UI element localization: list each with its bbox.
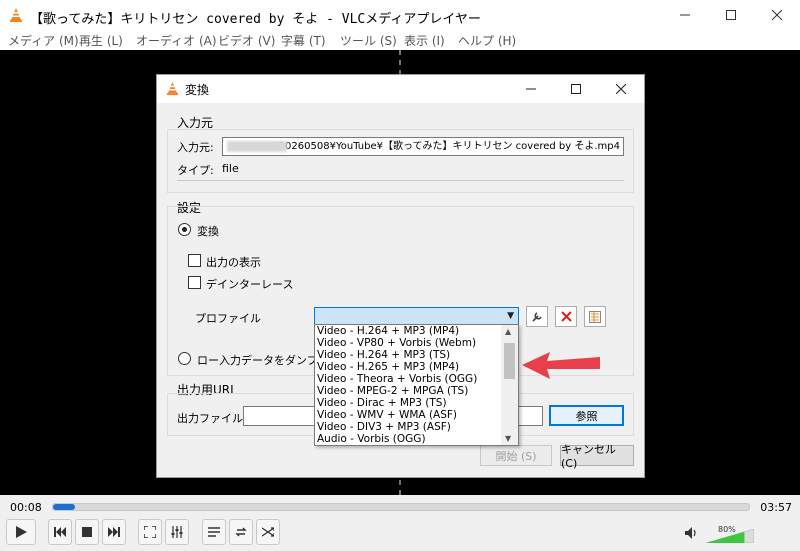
- profile-option[interactable]: Video - MPEG-2 + MPGA (TS): [315, 385, 502, 397]
- profile-option[interactable]: Video - Dirac + MP3 (TS): [315, 397, 502, 409]
- show-output-label: 出力の表示: [206, 256, 261, 269]
- delete-icon: [560, 311, 572, 322]
- shuffle-button[interactable]: [256, 519, 280, 545]
- scrollbar-thumb[interactable]: [504, 343, 515, 379]
- convert-radio-label: 変換: [197, 225, 219, 238]
- elapsed-time: 00:08: [10, 501, 42, 514]
- equalizer-icon: [171, 526, 183, 538]
- play-button[interactable]: [6, 519, 36, 545]
- menu-tools[interactable]: ツール (S): [340, 32, 397, 49]
- profile-option[interactable]: Video - Theora + Vorbis (OGG): [315, 373, 502, 385]
- menu-playback[interactable]: 再生 (L): [79, 32, 123, 49]
- new-profile-button[interactable]: [584, 306, 606, 327]
- vlc-cone-icon: [166, 81, 179, 96]
- menu-subtitles[interactable]: 字幕 (T): [281, 32, 326, 49]
- raw-dump-label: ロー入力データをダンプ: [197, 354, 318, 367]
- loop-button[interactable]: [229, 519, 253, 545]
- maximize-icon: [571, 84, 581, 94]
- maximize-icon: [726, 10, 736, 20]
- minimize-button[interactable]: [662, 0, 708, 30]
- window-title: 【歌ってみた】キリトリセン covered by そよ - VLCメディアプレイ…: [30, 12, 481, 27]
- deinterlace-checkbox[interactable]: [188, 276, 201, 289]
- shuffle-icon: [262, 527, 274, 537]
- dialog-titlebar: 変換: [157, 75, 644, 103]
- play-icon: [16, 526, 27, 538]
- convert-radio[interactable]: [178, 223, 191, 236]
- menu-media[interactable]: メディア (M): [8, 32, 79, 49]
- next-icon: [108, 527, 120, 537]
- volume-slider[interactable]: [706, 529, 754, 543]
- fullscreen-button[interactable]: [138, 519, 162, 545]
- loop-icon: [235, 527, 247, 537]
- seek-progress: [53, 504, 76, 510]
- redacted-path: [227, 141, 287, 152]
- menu-help[interactable]: ヘルプ (H): [458, 32, 516, 49]
- close-icon: [616, 84, 626, 94]
- source-path-field[interactable]: ¥20260508¥YouTube¥【歌ってみた】キリトリセン covered …: [222, 137, 624, 156]
- start-button[interactable]: 開始 (S): [480, 445, 552, 466]
- dialog-close-button[interactable]: [598, 75, 644, 103]
- source-path-text: ¥20260508¥YouTube¥【歌ってみた】キリトリセン covered …: [272, 141, 620, 152]
- dialog-maximize-button[interactable]: [553, 75, 599, 103]
- browse-button[interactable]: 参照: [549, 405, 624, 426]
- profile-options-list[interactable]: Video - H.264 + MP3 (MP4) Video - VP80 +…: [314, 324, 519, 446]
- source-label: 入力元:: [177, 141, 214, 154]
- profile-option[interactable]: Video - WMV + WMA (ASF): [315, 409, 502, 421]
- edit-profile-button[interactable]: [526, 306, 548, 327]
- profile-option[interactable]: Video - H.264 + MP3 (MP4): [315, 325, 502, 337]
- type-label: タイプ:: [177, 164, 214, 177]
- close-button[interactable]: [754, 0, 800, 30]
- profile-option[interactable]: Audio - Vorbis (OGG): [315, 433, 502, 445]
- dropdown-scrollbar[interactable]: ▲ ▼: [501, 325, 518, 445]
- dialog-minimize-button[interactable]: [508, 75, 554, 103]
- chevron-down-icon: ▼: [507, 311, 514, 321]
- profile-option[interactable]: Video - H.265 + MP3 (MP4): [315, 361, 502, 373]
- close-icon: [772, 10, 782, 20]
- scroll-down-icon[interactable]: ▼: [505, 434, 511, 443]
- maximize-button[interactable]: [708, 0, 754, 30]
- seek-slider[interactable]: [52, 503, 750, 511]
- menu-audio[interactable]: オーディオ (A): [136, 32, 217, 49]
- playlist-button[interactable]: [202, 519, 226, 545]
- extended-settings-button[interactable]: [165, 519, 189, 545]
- minimize-icon: [526, 88, 536, 90]
- divider: [177, 180, 624, 181]
- wrench-icon: [532, 311, 542, 322]
- profile-option[interactable]: Video - VP80 + Vorbis (Webm): [315, 337, 502, 349]
- total-time: 03:57: [760, 501, 792, 514]
- destination-label: 出力ファイル:: [177, 412, 247, 425]
- window-titlebar: 【歌ってみた】キリトリセン covered by そよ - VLCメディアプレイ…: [0, 0, 800, 30]
- next-button[interactable]: [102, 519, 126, 545]
- red-arrow-icon: [522, 352, 600, 379]
- stop-button[interactable]: [75, 519, 99, 545]
- stop-icon: [82, 527, 92, 537]
- menu-video[interactable]: ビデオ (V): [218, 32, 275, 49]
- show-output-checkbox[interactable]: [188, 254, 201, 267]
- menubar: メディア (M) 再生 (L) オーディオ (A) ビデオ (V) 字幕 (T)…: [0, 30, 800, 50]
- profile-label: プロファイル: [195, 312, 261, 325]
- new-profile-icon: [589, 310, 601, 323]
- dialog-title: 変換: [185, 83, 210, 97]
- vlc-cone-icon: [10, 8, 22, 22]
- previous-icon: [54, 527, 66, 537]
- profile-option[interactable]: Video - DIV3 + MP3 (ASF): [315, 421, 502, 433]
- cancel-button[interactable]: キャンセル (C): [560, 443, 634, 470]
- profile-options: Video - H.264 + MP3 (MP4) Video - VP80 +…: [315, 325, 502, 445]
- speaker-icon[interactable]: [684, 526, 698, 540]
- control-bar: 00:08 03:57 80%: [0, 495, 800, 551]
- menu-view[interactable]: 表示 (I): [404, 32, 445, 49]
- minimize-icon: [680, 14, 690, 16]
- scroll-up-icon[interactable]: ▲: [505, 327, 511, 336]
- deinterlace-label: デインターレース: [206, 278, 294, 291]
- fullscreen-icon: [144, 526, 156, 538]
- profile-option[interactable]: Video - H.264 + MP3 (TS): [315, 349, 502, 361]
- playlist-icon: [208, 527, 220, 537]
- previous-button[interactable]: [48, 519, 72, 545]
- delete-profile-button[interactable]: [555, 306, 577, 327]
- type-value: file: [222, 162, 239, 175]
- radio-selected-dot: [182, 227, 187, 232]
- raw-dump-radio[interactable]: [178, 352, 191, 365]
